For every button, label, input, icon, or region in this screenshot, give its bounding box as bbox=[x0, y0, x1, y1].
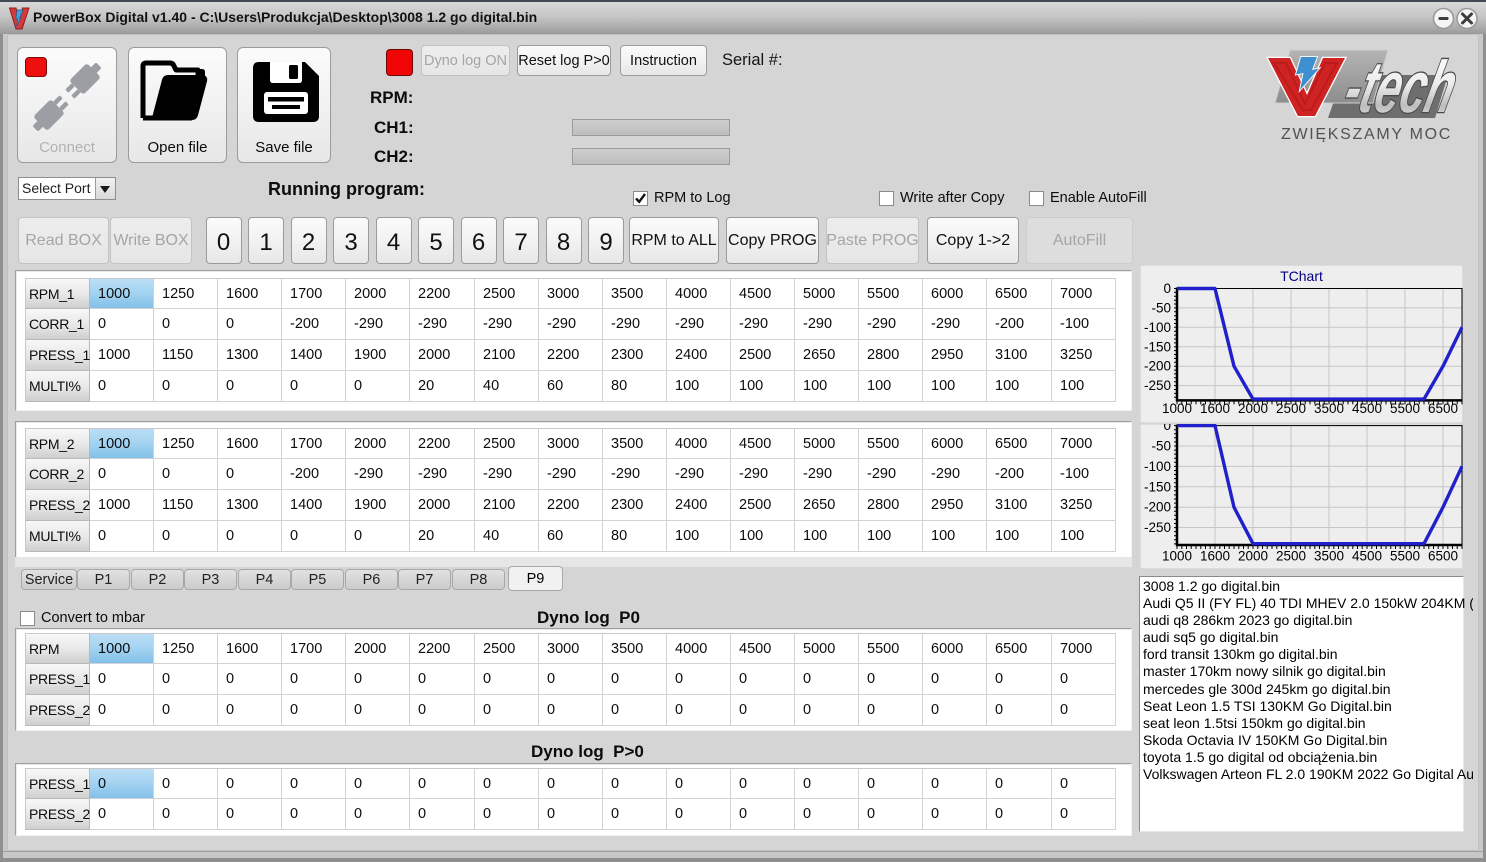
svg-text:-200: -200 bbox=[1144, 500, 1171, 515]
svg-text:ZWIĘKSZAMY MOC: ZWIĘKSZAMY MOC bbox=[1281, 126, 1452, 142]
svg-text:-250: -250 bbox=[1144, 520, 1171, 535]
svg-text:-200: -200 bbox=[1144, 359, 1171, 374]
svg-text:-50: -50 bbox=[1151, 300, 1171, 315]
svg-text:2000: 2000 bbox=[1238, 549, 1268, 564]
svg-text:4500: 4500 bbox=[1352, 549, 1382, 564]
svg-text:4500: 4500 bbox=[1352, 401, 1382, 416]
svg-text:0: 0 bbox=[1163, 281, 1171, 296]
svg-text:6500: 6500 bbox=[1428, 549, 1458, 564]
svg-text:-tech: -tech bbox=[1337, 47, 1462, 128]
svg-text:0: 0 bbox=[1163, 424, 1171, 433]
svg-text:1600: 1600 bbox=[1200, 401, 1230, 416]
svg-text:6500: 6500 bbox=[1428, 401, 1458, 416]
svg-text:-150: -150 bbox=[1144, 339, 1171, 354]
svg-text:-50: -50 bbox=[1151, 439, 1171, 454]
svg-text:3500: 3500 bbox=[1314, 549, 1344, 564]
svg-text:TChart: TChart bbox=[1280, 268, 1323, 284]
svg-text:-100: -100 bbox=[1144, 459, 1171, 474]
svg-text:2500: 2500 bbox=[1276, 401, 1306, 416]
svg-text:-250: -250 bbox=[1144, 378, 1171, 393]
svg-text:3500: 3500 bbox=[1314, 401, 1344, 416]
svg-text:5500: 5500 bbox=[1390, 401, 1420, 416]
svg-text:1000: 1000 bbox=[1162, 549, 1192, 564]
svg-text:2500: 2500 bbox=[1276, 549, 1306, 564]
svg-text:1600: 1600 bbox=[1200, 549, 1230, 564]
svg-text:5500: 5500 bbox=[1390, 549, 1420, 564]
svg-text:-100: -100 bbox=[1144, 320, 1171, 335]
svg-text:1000: 1000 bbox=[1162, 401, 1192, 416]
svg-text:2000: 2000 bbox=[1238, 401, 1268, 416]
svg-text:-150: -150 bbox=[1144, 479, 1171, 494]
